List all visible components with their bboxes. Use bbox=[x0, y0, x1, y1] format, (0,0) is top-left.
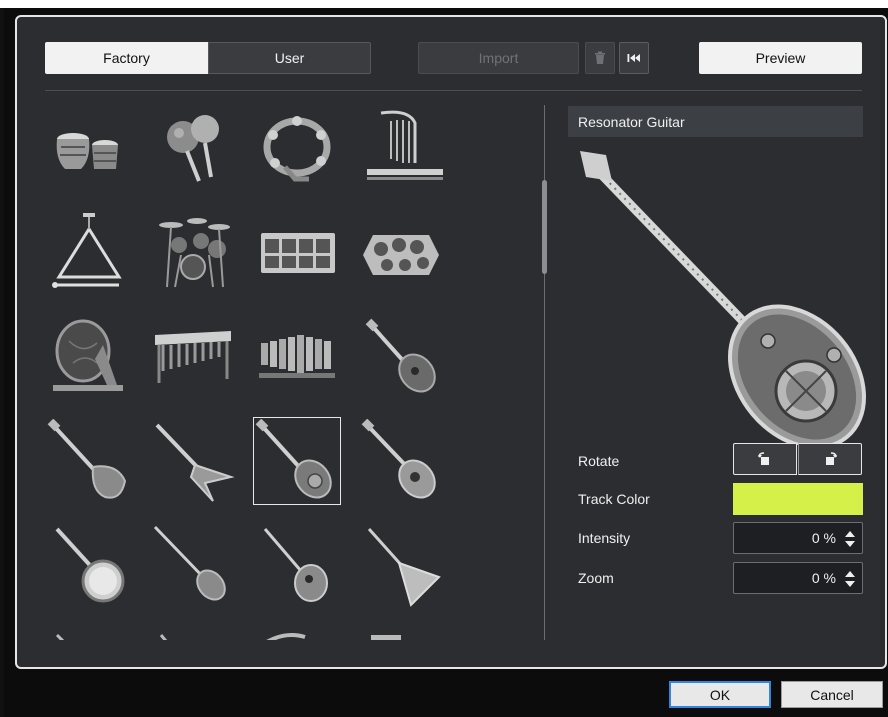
flying-v-guitar-icon bbox=[155, 423, 235, 502]
stepper-arrows-icon[interactable] bbox=[844, 529, 856, 549]
rotate-right-icon bbox=[826, 452, 837, 465]
picture-banjo[interactable] bbox=[45, 521, 133, 609]
acoustic-guitar-icon bbox=[361, 419, 436, 499]
window-left-edge bbox=[0, 8, 4, 717]
triangle-icon bbox=[52, 213, 122, 288]
track-color-swatch[interactable] bbox=[733, 483, 863, 515]
import-button[interactable]: Import bbox=[418, 42, 579, 74]
balalaika-icon bbox=[367, 527, 441, 607]
track-color-label: Track Color bbox=[578, 491, 650, 507]
picture-marimba[interactable] bbox=[149, 313, 237, 401]
picture-harp[interactable] bbox=[357, 105, 445, 193]
picture-tambourine[interactable] bbox=[253, 105, 341, 193]
zoom-label: Zoom bbox=[578, 570, 614, 586]
bouzouki-icon bbox=[153, 525, 226, 601]
picture-name: Resonator Guitar bbox=[578, 113, 685, 130]
electric-bass-icon bbox=[47, 419, 127, 499]
picture-electric-bass[interactable] bbox=[45, 417, 133, 505]
picture-drum-kit[interactable] bbox=[149, 209, 237, 297]
picture-partial-1[interactable] bbox=[45, 625, 133, 640]
instrument-icon bbox=[55, 633, 65, 640]
picture-xylophone[interactable] bbox=[253, 313, 341, 401]
picture-gong[interactable] bbox=[45, 313, 133, 401]
picture-maracas[interactable] bbox=[149, 105, 237, 193]
intensity-field[interactable]: 0 % bbox=[733, 522, 863, 554]
instrument-icon bbox=[266, 633, 306, 640]
picture-resonator-guitar[interactable] bbox=[253, 417, 341, 505]
zoom-field[interactable]: 0 % bbox=[733, 562, 863, 594]
picture-tabla[interactable] bbox=[45, 105, 133, 193]
trash-icon bbox=[595, 51, 605, 64]
picture-bouzouki[interactable] bbox=[149, 521, 237, 609]
picture-partial-4[interactable] bbox=[357, 625, 445, 640]
stepper-arrows-icon[interactable] bbox=[844, 569, 856, 589]
grid-scrollbar[interactable] bbox=[542, 180, 547, 274]
factory-tab[interactable]: Factory bbox=[45, 42, 208, 74]
xylophone-icon bbox=[259, 335, 335, 378]
skip-to-start-icon bbox=[627, 54, 640, 62]
delete-button[interactable] bbox=[585, 42, 615, 74]
picture-acoustic-guitar[interactable] bbox=[357, 417, 445, 505]
toolbar-divider bbox=[45, 90, 862, 91]
picture-triangle[interactable] bbox=[45, 209, 133, 297]
picture-mandolin[interactable] bbox=[253, 521, 341, 609]
picture-balalaika[interactable] bbox=[357, 521, 445, 609]
picture-grid[interactable] bbox=[45, 105, 515, 640]
banjo-icon bbox=[55, 527, 125, 603]
marimba-icon bbox=[155, 331, 231, 383]
picture-archtop-guitar[interactable] bbox=[357, 313, 445, 401]
rotate-left-icon bbox=[758, 452, 769, 465]
drum-pad-icon bbox=[261, 233, 335, 273]
intensity-value: 0 % bbox=[811, 530, 836, 546]
drum-kit-icon bbox=[159, 218, 230, 288]
ok-button[interactable]: OK bbox=[669, 681, 771, 708]
rotate-label: Rotate bbox=[578, 453, 620, 469]
picture-electronic-pads[interactable] bbox=[357, 209, 445, 297]
zoom-value: 0 % bbox=[811, 570, 836, 586]
maracas-icon bbox=[167, 115, 219, 182]
picture-name-field: Resonator Guitar bbox=[568, 106, 863, 137]
tabla-icon bbox=[56, 133, 118, 169]
resonator-guitar-preview bbox=[580, 151, 866, 445]
cancel-button[interactable]: Cancel bbox=[781, 681, 883, 708]
preview-button[interactable]: Preview bbox=[699, 42, 862, 74]
picture-drum-pad[interactable] bbox=[253, 209, 341, 297]
rotate-left-button[interactable] bbox=[733, 443, 797, 475]
resonator-guitar-icon bbox=[255, 419, 332, 499]
picture-flying-v-guitar[interactable] bbox=[149, 417, 237, 505]
rotate-right-button[interactable] bbox=[798, 443, 862, 475]
window-top-edge bbox=[0, 0, 888, 8]
harp-icon bbox=[367, 110, 443, 180]
instrument-icon bbox=[159, 634, 168, 640]
instrument-icon bbox=[371, 635, 401, 640]
track-picture-panel: Factory User Import Preview Resonator Gu… bbox=[15, 15, 887, 669]
electronic-pads-icon bbox=[363, 235, 439, 275]
intensity-label: Intensity bbox=[578, 530, 631, 546]
picture-partial-3[interactable] bbox=[253, 625, 341, 640]
gong-icon bbox=[53, 319, 123, 391]
picture-partial-2[interactable] bbox=[149, 625, 237, 640]
tambourine-icon bbox=[263, 116, 331, 182]
archtop-guitar-icon bbox=[365, 318, 436, 393]
go-to-first-button[interactable] bbox=[619, 42, 649, 74]
user-tab[interactable]: User bbox=[208, 42, 371, 74]
mandolin-icon bbox=[263, 528, 328, 602]
